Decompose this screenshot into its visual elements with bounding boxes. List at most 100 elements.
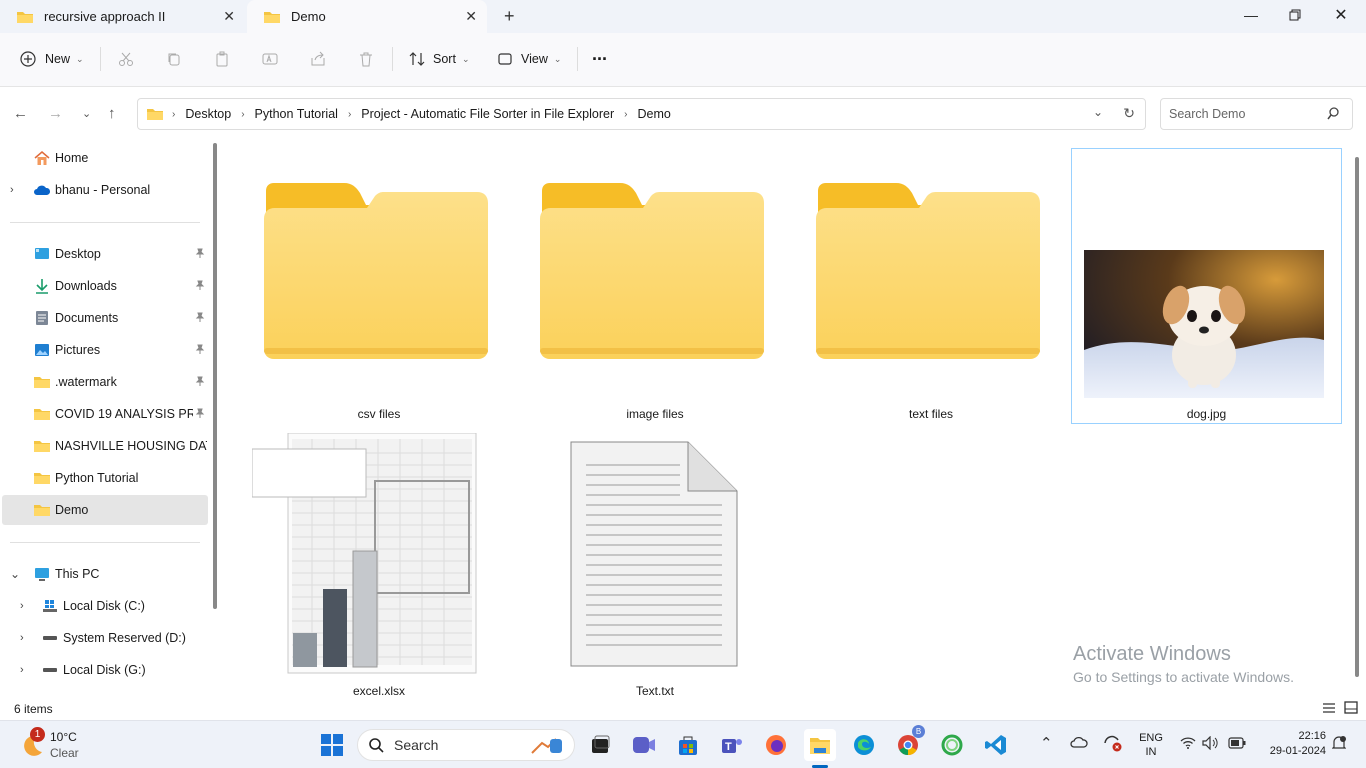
nav-label: Home <box>55 151 89 165</box>
copy-button[interactable] <box>166 43 182 75</box>
more-options-button[interactable]: ... <box>592 38 607 70</box>
back-arrow-icon[interactable]: ← <box>13 105 28 122</box>
forward-arrow-icon[interactable]: → <box>48 105 63 122</box>
new-button[interactable]: New ⌄ <box>20 43 84 75</box>
store-app[interactable] <box>672 729 704 761</box>
breadcrumb-python-tutorial[interactable]: Python Tutorial <box>255 107 338 121</box>
breadcrumb-desktop[interactable]: Desktop <box>185 107 231 121</box>
text-file-item[interactable]: Text.txt <box>528 429 782 699</box>
nav-drive-g[interactable]: › Local Disk (G:) <box>2 655 208 685</box>
chevron-right-icon[interactable]: › <box>20 600 24 612</box>
nav-python-tutorial[interactable]: Python Tutorial <box>2 463 208 493</box>
nav-demo[interactable]: Demo <box>2 495 208 525</box>
pin-icon[interactable] <box>195 376 205 386</box>
paste-button[interactable] <box>214 43 230 75</box>
breadcrumb-project[interactable]: Project - Automatic File Sorter in File … <box>361 107 614 121</box>
share-button[interactable] <box>310 43 326 75</box>
view-button[interactable]: View ⌄ <box>497 43 561 75</box>
nav-covid[interactable]: COVID 19 ANALYSIS PROJECT <box>2 399 208 429</box>
lang-code: ENG <box>1139 732 1163 744</box>
nav-downloads[interactable]: Downloads <box>2 271 208 301</box>
battery-icon[interactable] <box>1228 737 1246 749</box>
image-file-item[interactable]: dog.jpg <box>1071 148 1342 424</box>
excel-file-item[interactable]: excel.xlsx <box>252 429 506 699</box>
nav-onedrive[interactable]: › bhanu - Personal <box>2 175 208 205</box>
tiles-view-icon[interactable] <box>1344 701 1358 714</box>
close-icon[interactable]: ✕ <box>223 8 235 25</box>
nav-pictures[interactable]: Pictures <box>2 335 208 365</box>
nav-drive-c[interactable]: › Local Disk (C:) <box>2 591 208 621</box>
tab-recursive-approach[interactable]: recursive approach II ✕ <box>0 0 245 33</box>
up-arrow-icon[interactable]: ↑ <box>108 105 116 122</box>
pin-icon[interactable] <box>195 248 205 258</box>
pin-icon[interactable] <box>195 344 205 354</box>
chevron-down-icon[interactable]: ⌄ <box>10 567 20 581</box>
weather-widget[interactable]: 1 10°C Clear <box>18 727 128 763</box>
folder-item[interactable]: text files <box>804 149 1058 423</box>
start-button[interactable] <box>316 729 348 761</box>
nav-this-pc[interactable]: ⌄ This PC <box>2 559 208 589</box>
edge-app[interactable] <box>848 729 880 761</box>
search-box[interactable]: Search Demo <box>1160 98 1353 130</box>
task-view-button[interactable] <box>584 729 616 761</box>
clock-time: 22:16 <box>1298 730 1326 742</box>
folder-item[interactable]: image files <box>528 149 782 423</box>
nav-watermark[interactable]: .watermark <box>2 367 208 397</box>
sort-button[interactable]: Sort ⌄ <box>409 43 469 75</box>
taskbar: 1 10°C Clear Search T B ⌃ ENG IN 22:16 2… <box>0 720 1366 768</box>
firefox-app[interactable] <box>760 729 792 761</box>
nav-label: System Reserved (D:) <box>63 631 186 645</box>
nav-nashville[interactable]: NASHVILLE HOUSING DATA CLEANING <box>2 431 208 461</box>
file-explorer-app[interactable] <box>804 729 836 761</box>
chevron-right-icon[interactable]: › <box>10 184 14 196</box>
taskbar-search[interactable]: Search <box>357 729 575 761</box>
minimize-button[interactable]: — <box>1228 0 1274 30</box>
teams-app[interactable]: T <box>716 729 748 761</box>
folder-icon <box>263 10 281 24</box>
content-scrollbar[interactable] <box>1355 157 1359 677</box>
nav-desktop[interactable]: Desktop <box>2 239 208 269</box>
wifi-icon[interactable] <box>1180 737 1196 749</box>
language-indicator[interactable]: ENG IN <box>1138 731 1164 759</box>
chevron-right-icon[interactable]: › <box>20 664 24 676</box>
refresh-app[interactable] <box>936 729 968 761</box>
rename-button[interactable] <box>262 43 278 75</box>
nav-scrollbar[interactable] <box>213 143 217 609</box>
nav-label: Python Tutorial <box>55 471 139 485</box>
tray-overflow-icon[interactable]: ⌃ <box>1040 734 1053 752</box>
nav-documents[interactable]: Documents <box>2 303 208 333</box>
recent-chevron-icon[interactable]: ⌄ <box>82 107 91 120</box>
breadcrumb-demo[interactable]: Demo <box>638 107 671 121</box>
chevron-right-icon[interactable]: › <box>20 632 24 644</box>
folder-item[interactable]: csv files <box>252 149 506 423</box>
pin-icon[interactable] <box>195 280 205 290</box>
vscode-app[interactable] <box>980 729 1012 761</box>
plus-circle-icon <box>20 51 36 67</box>
refresh-icon[interactable]: ↻ <box>1123 105 1135 122</box>
onedrive-tray-icon[interactable] <box>1070 735 1090 749</box>
delete-button[interactable] <box>358 43 374 75</box>
sync-error-icon[interactable] <box>1102 733 1122 753</box>
close-window-button[interactable]: ✕ <box>1318 0 1364 30</box>
notifications-icon[interactable] <box>1332 735 1346 751</box>
sort-icon <box>409 51 425 67</box>
pin-icon[interactable] <box>195 408 205 418</box>
chevron-down-icon: ⌄ <box>553 53 562 64</box>
nav-label: Documents <box>55 311 119 325</box>
volume-icon[interactable] <box>1202 736 1220 750</box>
close-icon[interactable]: ✕ <box>465 8 477 25</box>
nav-home[interactable]: Home <box>2 143 208 173</box>
details-view-icon[interactable] <box>1322 702 1336 714</box>
restore-button[interactable] <box>1272 0 1318 30</box>
address-bar[interactable]: › Desktop › Python Tutorial › Project - … <box>137 98 1146 130</box>
chevron-down-icon[interactable]: ⌄ <box>1093 105 1103 119</box>
clock[interactable]: 22:16 29-01-2024 <box>1258 729 1326 759</box>
nav-drive-d[interactable]: › System Reserved (D:) <box>2 623 208 653</box>
chrome-app[interactable]: B <box>892 725 925 761</box>
pin-icon[interactable] <box>195 312 205 322</box>
tab-demo[interactable]: Demo ✕ <box>247 0 487 33</box>
cut-button[interactable] <box>118 43 134 75</box>
add-tab-button[interactable]: + <box>504 6 515 27</box>
meet-app[interactable] <box>628 729 660 761</box>
chevron-right-icon: › <box>624 108 628 120</box>
